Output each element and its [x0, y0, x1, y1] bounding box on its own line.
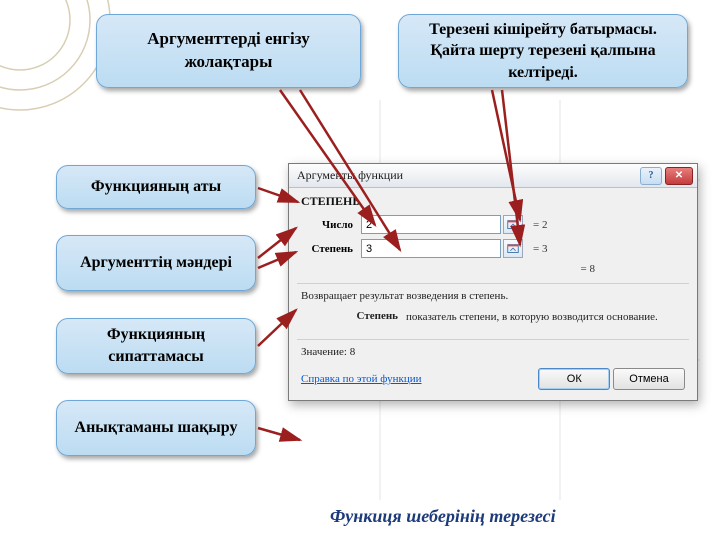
- callout-arg-rows: Аргументтерді енгізу жолақтары: [96, 14, 361, 88]
- dialog-titlebar[interactable]: Аргументы функции ? ✕: [289, 164, 697, 188]
- argument-input-power[interactable]: [361, 239, 501, 258]
- function-total: = 8: [301, 263, 685, 275]
- callout-fn-desc: Функцияның сипаттамасы: [56, 318, 256, 374]
- argument-result: = 3: [533, 243, 547, 255]
- function-name: СТЕПЕНЬ: [301, 194, 685, 209]
- titlebar-close-button[interactable]: ✕: [665, 167, 693, 185]
- result-value: 8: [350, 346, 356, 358]
- collapse-dialog-button[interactable]: [503, 215, 523, 234]
- collapse-icon: [506, 242, 520, 256]
- arg-desc-text: показатель степени, в которую возводится…: [406, 310, 685, 325]
- argument-label: Число: [301, 219, 361, 231]
- collapse-dialog-button[interactable]: [503, 239, 523, 258]
- argument-result: = 2: [533, 219, 547, 231]
- dialog-title: Аргументы функции: [297, 168, 637, 183]
- titlebar-help-button[interactable]: ?: [640, 167, 662, 185]
- argument-description: Степень показатель степени, в которую во…: [301, 310, 685, 325]
- arg-desc-label: Степень: [301, 310, 406, 325]
- figure-caption: Функиця шеберінің терезесі: [330, 506, 556, 527]
- divider: [297, 283, 689, 284]
- argument-input-number[interactable]: [361, 215, 501, 234]
- result-label: Значение:: [301, 346, 347, 358]
- cancel-button[interactable]: Отмена: [613, 368, 685, 390]
- ok-button[interactable]: ОК: [538, 368, 610, 390]
- function-arguments-dialog: Аргументы функции ? ✕ СТЕПЕНЬ Число = 2 …: [288, 163, 698, 401]
- collapse-icon: [506, 218, 520, 232]
- callout-fn-name: Функцияның аты: [56, 165, 256, 209]
- function-help-link[interactable]: Справка по этой функции: [301, 373, 422, 385]
- callout-arg-values: Аргументтің мәндері: [56, 235, 256, 291]
- argument-label: Степень: [301, 243, 361, 255]
- callout-help-call: Анықтаманы шақыру: [56, 400, 256, 456]
- divider: [297, 339, 689, 340]
- callout-collapse-btn: Терезені кішірейту батырмасы. Қайта шерт…: [398, 14, 688, 88]
- argument-row: Степень = 3: [301, 239, 685, 258]
- result-line: Значение: 8: [301, 346, 685, 358]
- argument-row: Число = 2: [301, 215, 685, 234]
- function-description: Возвращает результат возведения в степен…: [301, 290, 685, 302]
